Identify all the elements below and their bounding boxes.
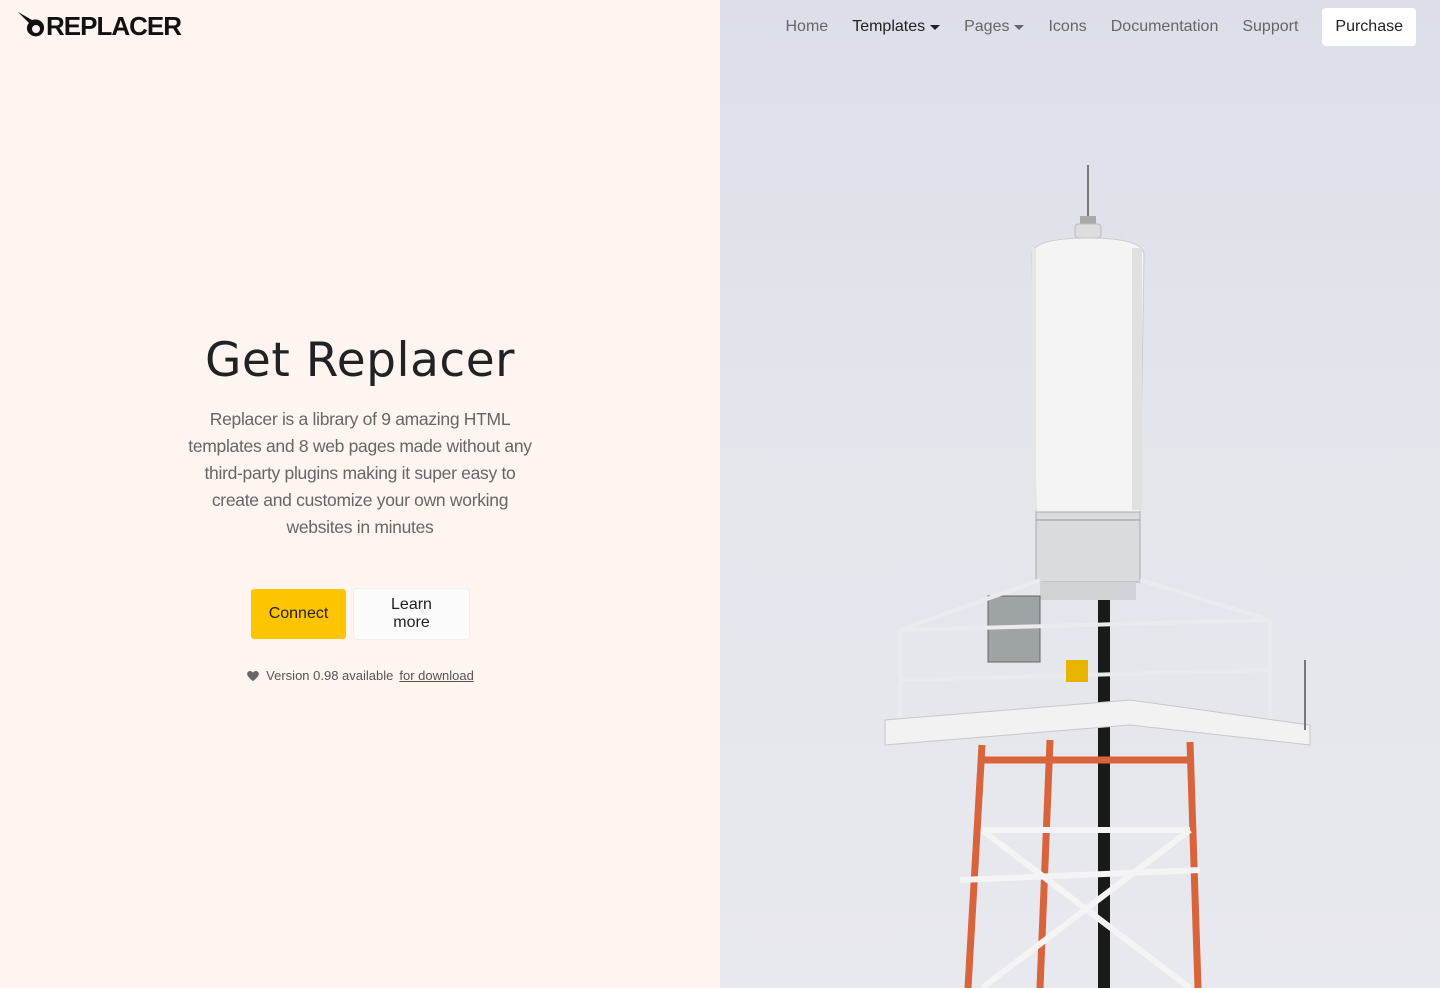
nav-icons-label: Icons — [1048, 18, 1087, 35]
nav-icons[interactable]: Icons — [1036, 8, 1098, 46]
left-panel: REPLACER Get Replacer Replacer is a libr… — [0, 0, 720, 988]
hero-description: Replacer is a library of 9 amazing HTML … — [188, 409, 532, 537]
nav-support[interactable]: Support — [1230, 8, 1310, 46]
heart-icon — [247, 670, 260, 681]
brand-name: REPLACER — [46, 10, 182, 41]
radio-tower-illustration — [884, 165, 1311, 988]
caret-down-icon — [1014, 24, 1025, 30]
purchase-button[interactable]: Purchase — [1322, 8, 1416, 46]
nav-pages-label: Pages — [964, 18, 1010, 35]
version-text: Version 0.98 available — [266, 668, 394, 683]
nav-documentation-label: Documentation — [1110, 18, 1219, 35]
bird-icon — [18, 12, 45, 37]
logo[interactable]: REPLACER — [16, 8, 182, 44]
learn-more-button[interactable]: Learn more — [354, 589, 469, 639]
hero-title: Get Replacer — [205, 333, 515, 388]
nav-home-label: Home — [785, 18, 829, 35]
nav-templates-label: Templates — [852, 18, 926, 35]
hero-image: Home Templates Pages Icons Documentation… — [720, 0, 1440, 988]
hero-buttons: Connect Learn more — [0, 589, 720, 639]
download-link[interactable]: for download — [399, 668, 473, 683]
connect-button[interactable]: Connect — [251, 589, 346, 639]
nav-templates[interactable]: Templates — [840, 8, 952, 46]
main-nav: Home Templates Pages Icons Documentation… — [774, 8, 1416, 46]
version-note: Version 0.98 available for download — [0, 668, 720, 683]
nav-pages[interactable]: Pages — [952, 8, 1036, 46]
nav-support-label: Support — [1242, 18, 1299, 35]
nav-home[interactable]: Home — [774, 8, 841, 46]
nav-documentation[interactable]: Documentation — [1099, 8, 1231, 46]
caret-down-icon — [930, 24, 941, 30]
hero: Get Replacer Replacer is a library of 9 … — [160, 330, 560, 541]
